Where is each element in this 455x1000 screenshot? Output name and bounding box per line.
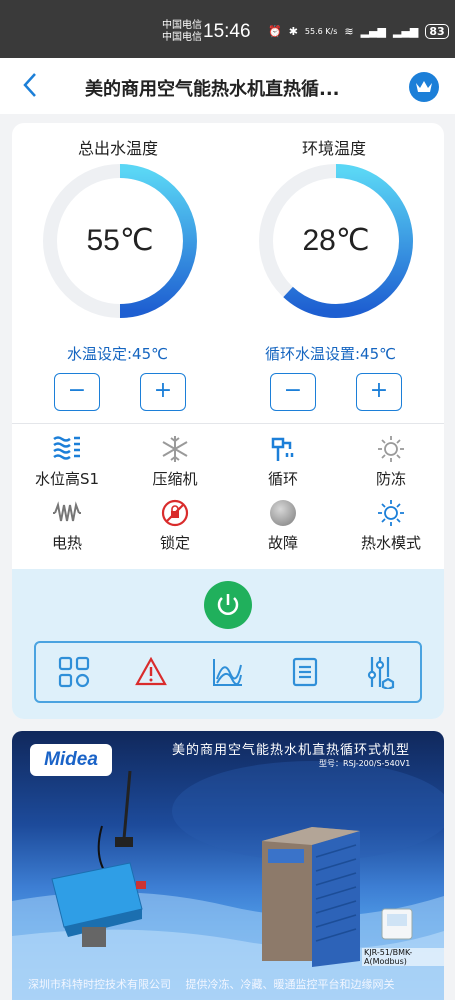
status-label: 防冻 (375, 470, 406, 488)
status-label: 热水模式 (360, 534, 421, 552)
status-water-level: 水位高S1 (22, 435, 112, 489)
status-icons: ⏰ ✱ 55.6 K/s ≋ ▂▄▆ ▂▄▆ 83 (268, 24, 449, 39)
gauge-label-outlet-temp: 总出水温度 (78, 139, 159, 158)
circulation-temp-setting: 循环水温设置:45℃ (265, 345, 396, 363)
product-banner: Midea 美的商用空气能热水机直热循环式机型 型号：RSJ-200/S-540… (12, 731, 444, 1000)
signal-2-icon: ▂▄▆ (393, 25, 419, 38)
circulation-temp-decrease-button[interactable]: − (270, 373, 316, 411)
heat-pump-unit (262, 827, 360, 967)
wifi-icon: ≋ (344, 25, 354, 38)
gateway-device (51, 770, 146, 947)
status-circulation: 循环 (238, 435, 328, 489)
bluetooth-icon: ✱ (288, 25, 298, 38)
status-bar: 中国电信 中国电信 15:46 ⏰ ✱ 55.6 K/s ≋ ▂▄▆ ▂▄▆ 8… (0, 0, 455, 58)
status-label: 水位高S1 (34, 470, 100, 488)
status-label: 压缩机 (152, 470, 198, 488)
status-label: 锁定 (159, 534, 190, 552)
device-card: 总出水温度 环境温度 55℃ 28℃ 水温设定:45℃ 循环水温设置:45℃ −… (12, 123, 444, 719)
page-title: 美的商用空气能热水机直热循... (85, 79, 340, 100)
status-electric-heat: 电热 (22, 499, 112, 553)
fault-dot-icon (238, 499, 328, 529)
control-area (12, 569, 444, 719)
power-button[interactable] (204, 581, 252, 629)
sun-icon (346, 499, 436, 529)
power-icon (217, 594, 239, 615)
banner-controller-caption: KJR-51/BMK-A(Modbus) (362, 948, 444, 966)
status-antifreeze: 防冻 (346, 435, 436, 489)
midea-logo: Midea (30, 744, 112, 776)
carrier-labels: 中国电信 中国电信 (162, 20, 202, 44)
sun-icon (346, 435, 436, 465)
snowflake-icon (130, 435, 220, 465)
carrier-1: 中国电信 (162, 20, 202, 31)
function-toolbar (34, 641, 422, 703)
banner-model: 型号：RSJ-200/S-540V1 (319, 759, 411, 768)
clock: 15:46 (203, 21, 251, 42)
status-label: 循环 (267, 470, 298, 488)
curve-chart-icon[interactable] (208, 652, 248, 692)
water-level-icon (22, 435, 112, 465)
lock-prohibited-icon (130, 499, 220, 529)
app-header: 美的商用空气能热水机直热循... (0, 58, 455, 114)
list-icon[interactable] (285, 652, 325, 692)
water-temp-setting: 水温设定:45℃ (67, 345, 168, 363)
status-label: 电热 (51, 534, 82, 552)
gauge-label-ambient-temp: 环境温度 (302, 139, 367, 158)
net-speed: 55.6 K/s (304, 27, 338, 36)
alert-icon[interactable] (131, 652, 171, 692)
gauge-value-outlet-temp: 55℃ (86, 224, 154, 257)
banner-footer: 深圳市科特时控技术有限公司 提供冷冻、冷藏、暖通监控平台和边缘网关 (28, 978, 395, 991)
wall-controller (381, 908, 413, 940)
water-temp-increase-button[interactable]: + (140, 373, 186, 411)
status-locked: 锁定 (130, 499, 220, 553)
water-temp-decrease-button[interactable]: − (54, 373, 100, 411)
divider (12, 423, 444, 424)
signal-icon: ▂▄▆ (360, 25, 386, 38)
grid-icon[interactable] (54, 652, 94, 692)
banner-title: 美的商用空气能热水机直热循环式机型 (172, 743, 411, 758)
gauge-value-ambient-temp: 28℃ (302, 224, 370, 257)
sliders-icon[interactable] (362, 652, 402, 692)
crown-icon[interactable] (409, 72, 439, 102)
alarm-icon: ⏰ (268, 25, 282, 38)
status-label: 故障 (267, 534, 298, 552)
circulation-temp-increase-button[interactable]: + (356, 373, 402, 411)
chevron-left-icon[interactable] (22, 72, 38, 103)
carrier-2: 中国电信 (162, 32, 202, 43)
status-hot-water-mode: 热水模式 (346, 499, 436, 553)
battery-icon: 83 (425, 24, 449, 39)
status-compressor: 压缩机 (130, 435, 220, 489)
status-fault: 故障 (238, 499, 328, 553)
pump-icon (238, 435, 328, 465)
heater-icon (22, 499, 112, 529)
